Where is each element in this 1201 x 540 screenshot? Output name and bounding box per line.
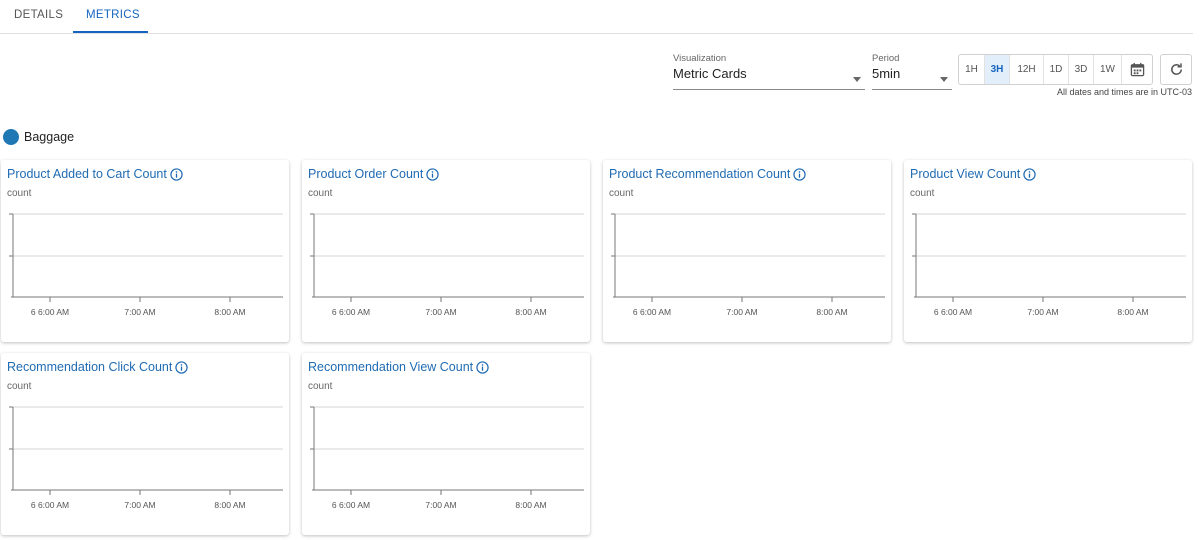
- x-tick-label: 8:00 AM: [214, 500, 245, 510]
- calendar-button[interactable]: [1122, 55, 1152, 84]
- metric-card-unit: count: [7, 381, 32, 392]
- x-tick-label: 8:00 AM: [816, 307, 847, 317]
- metric-card-title-text: Product Recommendation Count: [609, 167, 791, 181]
- visualization-label: Visualization: [673, 53, 727, 64]
- metric-chart: 6 6:00 AM 7:00 AM 8:00 AM: [912, 213, 1186, 317]
- metric-card-unit: count: [308, 381, 333, 392]
- metric-card-unit: count: [609, 188, 634, 199]
- x-tick-label: 6 6:00 AM: [31, 500, 69, 510]
- metric-card-title-text: Product Added to Cart Count: [7, 167, 167, 181]
- x-tick-label: 7:00 AM: [124, 307, 155, 317]
- visualization-select[interactable]: Visualization Metric Cards: [673, 53, 865, 90]
- metric-card: Recommendation View Count count 6 6:00 AM 7…: [302, 353, 590, 535]
- x-tick-label: 7:00 AM: [425, 307, 456, 317]
- range-1d-button[interactable]: 1D: [1044, 55, 1069, 84]
- range-3h-button[interactable]: 3H: [985, 55, 1010, 84]
- legend-label: Baggage: [24, 130, 75, 144]
- metric-chart: 6 6:00 AM 7:00 AM 8:00 AM: [310, 406, 584, 510]
- time-range-group: 1H 3H 12H 1D 3D 1W: [958, 54, 1153, 85]
- metric-card-title[interactable]: Recommendation View Count: [308, 360, 489, 374]
- x-tick-label: 6 6:00 AM: [31, 307, 69, 317]
- x-tick-label: 6 6:00 AM: [332, 307, 370, 317]
- info-icon[interactable]: [793, 167, 807, 181]
- metric-card-unit: count: [910, 188, 935, 199]
- x-tick-label: 8:00 AM: [214, 307, 245, 317]
- metric-card-title[interactable]: Product View Count: [910, 167, 1036, 181]
- x-tick-label: 8:00 AM: [515, 500, 546, 510]
- timezone-note: All dates and times are in UTC-03: [1056, 87, 1192, 97]
- metric-card-title-text: Recommendation Click Count: [7, 360, 173, 374]
- metric-card-title[interactable]: Product Added to Cart Count: [7, 167, 183, 181]
- x-tick-label: 7:00 AM: [1027, 307, 1058, 317]
- select-underline: [673, 89, 865, 90]
- metric-card-title[interactable]: Product Order Count: [308, 167, 440, 181]
- metric-card: Product Recommendation Count count 6 6:00 …: [603, 160, 891, 342]
- info-icon[interactable]: [1023, 167, 1036, 181]
- info-icon[interactable]: [426, 167, 440, 181]
- x-tick-label: 7:00 AM: [425, 500, 456, 510]
- info-icon[interactable]: [175, 360, 189, 374]
- x-tick-label: 6 6:00 AM: [934, 307, 972, 317]
- range-1h-button[interactable]: 1H: [959, 55, 985, 84]
- visualization-value: Metric Cards: [673, 66, 747, 81]
- x-tick-label: 7:00 AM: [124, 500, 155, 510]
- tab-bar: DETAILS METRICS: [0, 0, 1193, 34]
- info-icon[interactable]: [170, 167, 183, 181]
- refresh-icon: [1170, 63, 1182, 75]
- refresh-button[interactable]: [1160, 54, 1192, 85]
- x-tick-label: 7:00 AM: [726, 307, 757, 317]
- metric-chart: 6 6:00 AM 7:00 AM 8:00 AM: [9, 213, 283, 317]
- metric-chart: 6 6:00 AM 7:00 AM 8:00 AM: [611, 213, 885, 317]
- metric-card-title-text: Product Order Count: [308, 167, 424, 181]
- x-tick-label: 8:00 AM: [515, 307, 546, 317]
- select-underline: [872, 89, 952, 90]
- metric-card-unit: count: [308, 188, 333, 199]
- period-label: Period: [872, 53, 900, 64]
- metric-chart: 6 6:00 AM 7:00 AM 8:00 AM: [310, 213, 584, 317]
- metric-card-title-text: Product View Count: [910, 167, 1021, 181]
- chevron-down-icon: [940, 77, 948, 82]
- metric-card-title[interactable]: Product Recommendation Count: [609, 167, 807, 181]
- metric-card: Recommendation Click Count count 6 6:00 AM…: [1, 353, 289, 535]
- tab-details[interactable]: DETAILS: [0, 0, 73, 33]
- tab-metrics[interactable]: METRICS: [73, 0, 148, 33]
- chevron-down-icon: [853, 77, 861, 82]
- metric-card-title[interactable]: Recommendation Click Count: [7, 360, 189, 374]
- legend-color-dot: [3, 129, 19, 145]
- range-3d-button[interactable]: 3D: [1069, 55, 1094, 84]
- period-select[interactable]: Period 5min: [872, 53, 952, 90]
- x-tick-label: 6 6:00 AM: [332, 500, 370, 510]
- metric-chart: 6 6:00 AM 7:00 AM 8:00 AM: [9, 406, 283, 510]
- metric-card: Product Added to Cart Count count 6 6:00 A…: [1, 160, 289, 342]
- calendar-icon: [1130, 62, 1144, 77]
- x-tick-label: 6 6:00 AM: [633, 307, 671, 317]
- metric-card-title-text: Recommendation View Count: [308, 360, 474, 374]
- metric-card: Product Order Count count 6 6:00 AM 7:00 AM…: [302, 160, 590, 342]
- range-12h-button[interactable]: 12H: [1010, 55, 1044, 84]
- metric-card-unit: count: [7, 188, 32, 199]
- info-icon[interactable]: [476, 360, 489, 374]
- range-1w-button[interactable]: 1W: [1094, 55, 1122, 84]
- x-tick-label: 8:00 AM: [1117, 307, 1148, 317]
- metric-card: Product View Count count 6 6:00 AM 7:00 AM 8…: [904, 160, 1192, 342]
- legend-item[interactable]: Baggage: [3, 129, 74, 145]
